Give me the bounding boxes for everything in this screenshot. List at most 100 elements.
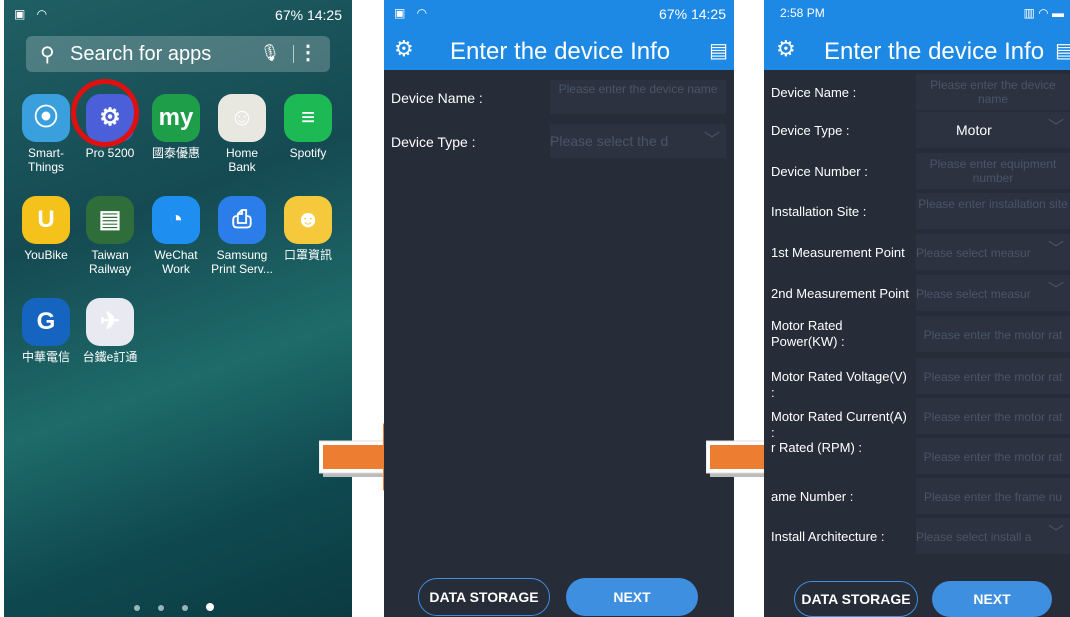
form-row: Motor Rated Current(A) : Please enter the… [764, 398, 1070, 440]
select-field[interactable]: Please select install a ﹀ [916, 518, 1070, 554]
form-row: Device Type : Motor ﹀ [764, 112, 1070, 150]
form-row: Device Number : Please enter equipment nu… [764, 153, 1070, 191]
next-button[interactable]: NEXT [932, 581, 1052, 617]
status-time: 2:58 PM [780, 6, 825, 20]
field-label: 1st Measurement Point [771, 245, 905, 260]
form-row: r Rated (RPM) : Please enter the motor ra… [764, 438, 1070, 476]
app-label: 口罩資訊 [283, 248, 332, 262]
placeholder-text: Please enter the frame nu [923, 490, 1063, 504]
next-button[interactable]: NEXT [566, 578, 698, 616]
placeholder-text: Please select measur [916, 246, 1031, 260]
app-11-icon: ✈ [86, 298, 134, 346]
form-row: Installation Site : Please enter installa… [764, 193, 1070, 231]
input-field[interactable]: Please enter the motor rat [916, 438, 1070, 474]
field-label: Motor Rated Voltage(V) : [771, 369, 907, 400]
app-icon-8[interactable]: ⎙ Samsung Print Serv... [210, 196, 274, 276]
placeholder-text: Please enter equipment number [929, 157, 1057, 185]
data-storage-button[interactable]: DATA STORAGE [418, 578, 550, 616]
select-field[interactable]: Please select measur ﹀ [916, 234, 1070, 270]
field-label: Device Name : [771, 85, 857, 100]
placeholder-text: Please enter the motor rat [923, 328, 1063, 342]
app-label: WeChat Work [154, 248, 198, 276]
device-type-row: Device Type : Please select the d ﹀ [384, 124, 734, 160]
input-field[interactable]: Please enter installation site [916, 193, 1070, 229]
search-placeholder: Search for apps [70, 43, 212, 65]
input-field[interactable]: Please enter the motor rat [916, 398, 1070, 434]
app-icon-2[interactable]: my 國泰優惠 [144, 94, 208, 160]
input-field[interactable]: Please enter the device name [916, 74, 1070, 110]
more-options-icon[interactable]: ⋮ [298, 40, 318, 65]
placeholder-text: Please enter installation site [918, 197, 1068, 211]
settings-gear-icon[interactable]: ⚙ [394, 36, 414, 62]
settings-gear-icon[interactable]: ⚙ [776, 36, 796, 62]
app-2-icon: my [152, 94, 200, 142]
device-name-input[interactable]: Please enter the device name [550, 80, 726, 114]
field-label: Device Type : [771, 123, 850, 138]
app-icon-9[interactable]: ☻ 口罩資訊 [276, 196, 340, 262]
status-icons: ▥ ◠ ▬ [1023, 6, 1064, 20]
document-settings-icon[interactable]: ▤ [1055, 38, 1070, 63]
device-type-label: Device Type : [391, 134, 476, 150]
app-icon-6[interactable]: ▤ Taiwan Railway [78, 196, 142, 276]
app-label: 台鐵e訂通 [82, 350, 138, 364]
app-8-icon: ⎙ [218, 196, 266, 244]
status-icons: ▣ ◠ [14, 7, 52, 21]
app-icon-7[interactable]: ◔ WeChat Work [144, 196, 208, 276]
header-bar: ▣ ◠ 67% 14:25 ⚙ Enter the device Info ▤ [384, 0, 734, 70]
input-field[interactable]: Please enter the motor rat [916, 358, 1070, 394]
device-name-label: Device Name : [391, 90, 483, 106]
placeholder-text: Please enter the motor rat [923, 410, 1063, 424]
field-label: Installation Site : [771, 204, 867, 219]
app-label: Spotify [289, 146, 327, 160]
home-screen: ▣ ◠ 67% 14:25 ⚲ Search for apps 🎙 ⋮ ⦿ Sma… [4, 0, 352, 617]
device-type-placeholder: Please select the d [550, 133, 669, 149]
app-icon-0[interactable]: ⦿ Smart- Things [14, 94, 78, 174]
app-icon-5[interactable]: U YouBike [14, 196, 78, 262]
app-icon-11[interactable]: ✈ 台鐵e訂通 [78, 298, 142, 364]
app-label: YouBike [24, 248, 68, 262]
search-icon: ⚲ [40, 44, 55, 66]
app-0-icon: ⦿ [22, 94, 70, 142]
app-label: Pro 5200 [85, 146, 135, 160]
app-6-icon: ▤ [86, 196, 134, 244]
select-field[interactable]: Please select measur ﹀ [916, 275, 1070, 311]
status-bar: ▣ ◠ 67% 14:25 [4, 0, 352, 30]
device-info-screen-filled: 2:58 PM ▥ ◠ ▬ ⚙ Enter the device Info ▤ … [764, 0, 1070, 617]
data-storage-button[interactable]: DATA STORAGE [794, 581, 918, 617]
header-bar: 2:58 PM ▥ ◠ ▬ ⚙ Enter the device Info ▤ [764, 0, 1070, 70]
input-field[interactable]: Please enter equipment number [916, 153, 1070, 189]
page-indicator [134, 598, 232, 616]
app-label: 國泰優惠 [151, 146, 200, 160]
app-9-icon: ☻ [284, 196, 332, 244]
app-label: Smart- Things [27, 146, 65, 174]
form-row: Device Name : Please enter the device nam… [764, 74, 1070, 112]
app-label: Samsung Print Serv... [211, 248, 273, 276]
app-search-bar[interactable]: ⚲ Search for apps 🎙 ⋮ [26, 36, 330, 72]
app-icon-3[interactable]: ☺ Home Bank [210, 94, 274, 174]
field-label: Motor Rated Current(A) : [771, 409, 907, 440]
app-label: Home Bank [225, 146, 258, 174]
app-label: Taiwan Railway [88, 248, 131, 276]
select-field[interactable]: Motor ﹀ [916, 112, 1070, 148]
status-icons: ▣ ◠ [394, 6, 432, 20]
form-row: 2nd Measurement Point Please select measu… [764, 275, 1070, 313]
page-title: Enter the device Info [824, 38, 1045, 65]
highlight-circle [71, 79, 139, 147]
placeholder-text: Please select measur [916, 287, 1031, 301]
chevron-down-icon: ﹀ [703, 132, 720, 149]
document-settings-icon[interactable]: ▤ [709, 38, 728, 63]
mic-icon[interactable]: 🎙 [260, 43, 280, 63]
selected-value: Motor [956, 122, 992, 138]
device-type-select[interactable]: Please select the d ﹀ [550, 124, 726, 158]
input-field[interactable]: Please enter the motor rat [916, 316, 1070, 352]
placeholder-text: Please select install a [916, 530, 1032, 544]
app-icon-10[interactable]: G 中華電信 [14, 298, 78, 364]
device-info-screen-empty: ▣ ◠ 67% 14:25 ⚙ Enter the device Info ▤ … [384, 0, 734, 617]
device-name-row: Device Name : Please enter the device na… [384, 80, 734, 116]
input-field[interactable]: Please enter the frame nu [916, 478, 1070, 514]
app-icon-4[interactable]: ≡ Spotify [276, 94, 340, 160]
chevron-down-icon: ﹀ [1047, 525, 1064, 542]
app-5-icon: U [22, 196, 70, 244]
app-4-icon: ≡ [284, 94, 332, 142]
app-label: 中華電信 [21, 350, 70, 364]
